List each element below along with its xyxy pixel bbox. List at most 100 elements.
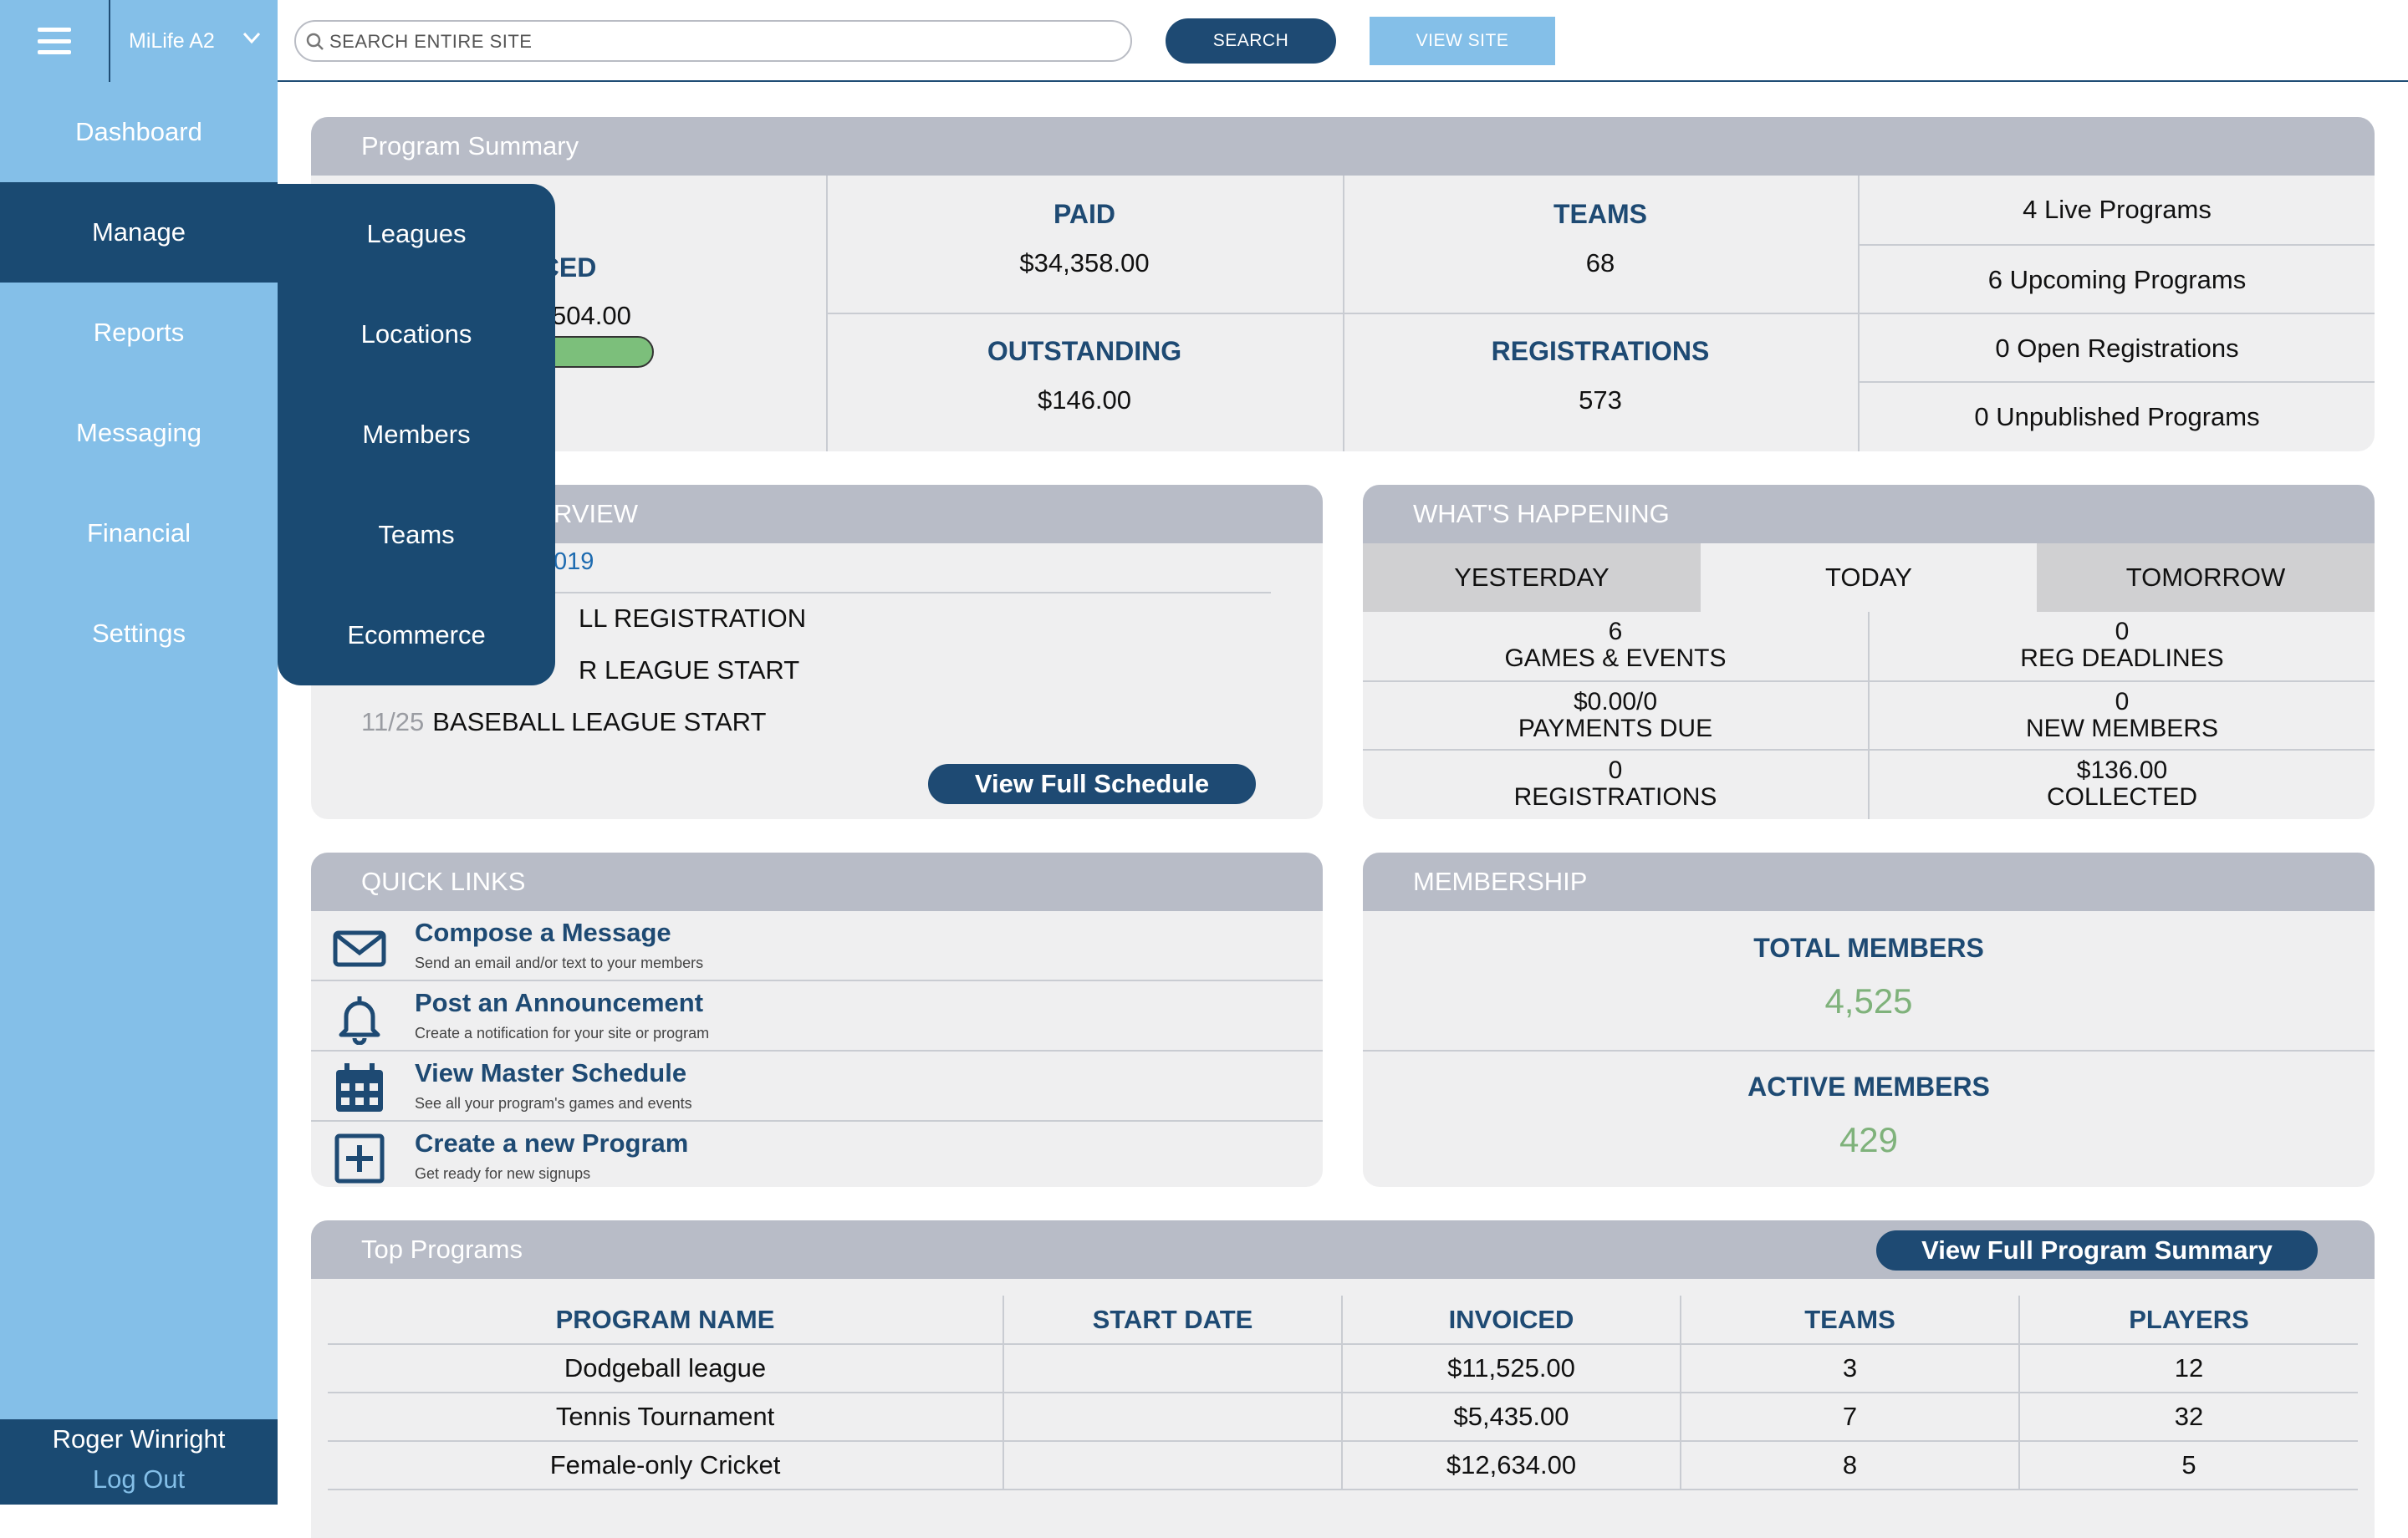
panel-title: QUICK LINKS: [311, 853, 1323, 911]
total-members-label: TOTAL MEMBERS: [1753, 933, 1984, 963]
tab-today[interactable]: TODAY: [1701, 543, 2037, 612]
active-members-label: ACTIVE MEMBERS: [1747, 1072, 1990, 1102]
site-switcher[interactable]: MiLife A2: [109, 0, 278, 82]
program-summary-panel: Program Summary OICED 504.00 PAID $34,35…: [311, 117, 2375, 451]
sidebar-item-settings[interactable]: Settings: [0, 583, 278, 684]
top-programs-table: PROGRAM NAME START DATE INVOICED TEAMS P…: [328, 1296, 2358, 1490]
schedule-item[interactable]: LL REGISTRATION: [579, 603, 806, 634]
membership-panel: MEMBERSHIP TOTAL MEMBERS 4,525 ACTIVE ME…: [1363, 853, 2375, 1187]
teams-cell: 8: [1681, 1441, 2020, 1490]
quick-link-title: View Master Schedule: [415, 1058, 687, 1087]
invoiced-cell: $5,435.00: [1342, 1393, 1681, 1442]
bell-icon: [339, 996, 380, 1045]
table-row[interactable]: Dodgeball league $11,525.00 3 12: [328, 1344, 2358, 1393]
tab-tomorrow[interactable]: TOMORROW: [2037, 543, 2375, 612]
menu-toggle-button[interactable]: [0, 0, 109, 82]
schedule-item[interactable]: 11/25 BASEBALL LEAGUE START: [361, 707, 766, 737]
paid-label: PAID: [1053, 199, 1116, 229]
start-date-cell: [1003, 1393, 1343, 1442]
submenu-item-leagues[interactable]: Leagues: [278, 184, 555, 284]
tab-yesterday[interactable]: YESTERDAY: [1363, 543, 1701, 612]
quick-link-create-program[interactable]: Create a new Program Get ready for new s…: [311, 1122, 1323, 1187]
outstanding-value: $146.00: [1037, 385, 1132, 415]
registrations-label: REGISTRATIONS: [1491, 336, 1710, 366]
players-cell: 32: [2019, 1393, 2358, 1442]
column-header[interactable]: PROGRAM NAME: [328, 1296, 1004, 1345]
quick-link-subtitle: Get ready for new signups: [415, 1165, 591, 1182]
chevron-down-icon: [242, 32, 261, 44]
payments-due-stat: $0.00/0 PAYMENTS DUE: [1363, 689, 1868, 742]
outstanding-stat: OUTSTANDING $146.00: [826, 336, 1343, 415]
submenu-item-locations[interactable]: Locations: [278, 284, 555, 384]
envelope-icon: [333, 930, 386, 967]
submenu-item-members[interactable]: Members: [278, 384, 555, 485]
outstanding-label: OUTSTANDING: [987, 336, 1182, 366]
schedule-item-text: LL REGISTRATION: [579, 603, 807, 633]
calendar-icon: [336, 1063, 383, 1112]
players-cell: 12: [2019, 1344, 2358, 1393]
column-header[interactable]: PLAYERS: [2019, 1296, 2358, 1345]
table-row[interactable]: Female-only Cricket $12,634.00 8 5: [328, 1441, 2358, 1490]
search-button[interactable]: SEARCH: [1166, 18, 1336, 64]
panel-title: WHAT'S HAPPENING: [1363, 485, 2375, 543]
registrations-stat: REGISTRATIONS 573: [1343, 336, 1858, 415]
submenu-item-ecommerce[interactable]: Ecommerce: [278, 585, 555, 685]
sidebar-item-dashboard[interactable]: Dashboard: [0, 82, 278, 182]
new-members-stat: 0 NEW MEMBERS: [1870, 689, 2375, 742]
view-full-schedule-button[interactable]: View Full Schedule: [928, 764, 1256, 804]
registrations-value: 573: [1579, 385, 1622, 415]
upcoming-programs: 6 Upcoming Programs: [1987, 265, 2247, 294]
stat-label: REG DEADLINES: [2020, 644, 2224, 672]
quick-link-post-announcement[interactable]: Post an Announcement Create a notificati…: [311, 981, 1323, 1051]
sidebar-item-reports[interactable]: Reports: [0, 283, 278, 383]
sidebar-item-manage[interactable]: Manage: [0, 182, 278, 283]
whats-happening-panel: WHAT'S HAPPENING YESTERDAY TODAY TOMORRO…: [1363, 485, 2375, 819]
program-name-cell: Dodgeball league: [328, 1344, 1004, 1393]
open-registrations: 0 Open Registrations: [1995, 334, 2239, 363]
start-date-cell: [1003, 1344, 1343, 1393]
schedule-item-text: R LEAGUE START: [579, 655, 800, 685]
sidebar: Dashboard Manage Reports Messaging Finan…: [0, 82, 278, 1505]
stat-value: $136.00: [2076, 756, 2168, 784]
top-programs-panel: Top Programs View Full Program Summary P…: [311, 1220, 2375, 1538]
hamburger-icon: [38, 28, 71, 54]
submenu-item-teams[interactable]: Teams: [278, 485, 555, 585]
quick-link-subtitle: Create a notification for your site or p…: [415, 1025, 710, 1041]
stat-label: COLLECTED: [2046, 783, 2198, 811]
quick-link-view-master-schedule[interactable]: View Master Schedule See all your progra…: [311, 1052, 1323, 1121]
stat-value: $0.00/0: [1573, 688, 1658, 716]
panel-title: MEMBERSHIP: [1363, 853, 2375, 911]
quick-link-title: Compose a Message: [415, 918, 671, 947]
sidebar-item-messaging[interactable]: Messaging: [0, 383, 278, 483]
stat-label: PAYMENTS DUE: [1518, 715, 1713, 742]
quick-link-title: Create a new Program: [415, 1128, 689, 1158]
column-header[interactable]: TEAMS: [1681, 1296, 2020, 1345]
invoiced-value: 504.00: [552, 301, 631, 330]
column-header[interactable]: INVOICED: [1342, 1296, 1681, 1345]
column-header[interactable]: START DATE: [1003, 1296, 1343, 1345]
quick-link-compose-message[interactable]: Compose a Message Send an email and/or t…: [311, 911, 1323, 980]
invoiced-cell: $12,634.00: [1342, 1441, 1681, 1490]
table-row[interactable]: Tennis Tournament $5,435.00 7 32: [328, 1393, 2358, 1442]
quick-link-subtitle: Send an email and/or text to your member…: [415, 955, 704, 971]
plus-square-icon: [334, 1133, 385, 1184]
logout-link[interactable]: Log Out: [0, 1464, 278, 1495]
view-site-button[interactable]: VIEW SITE: [1370, 17, 1555, 65]
registrations-today-stat: 0 REGISTRATIONS: [1363, 757, 1868, 811]
unpublished-programs: 0 Unpublished Programs: [1974, 402, 2260, 431]
collected-stat: $136.00 COLLECTED: [1870, 757, 2375, 811]
sidebar-item-financial[interactable]: Financial: [0, 483, 278, 583]
total-members-value: 4,525: [1824, 981, 1913, 1021]
quick-link-subtitle: See all your program's games and events: [415, 1095, 692, 1112]
search-icon: [306, 33, 324, 50]
site-name: MiLife A2: [129, 28, 215, 53]
stat-label: GAMES & EVENTS: [1504, 644, 1727, 672]
reg-deadlines-stat: 0 REG DEADLINES: [1870, 619, 2375, 672]
top-bar: MiLife A2 SEARCH VIEW SITE: [0, 0, 2408, 82]
search-input[interactable]: [329, 27, 1115, 57]
quick-links-panel: QUICK LINKS Compose a Message Send an em…: [311, 853, 1323, 1187]
view-full-program-summary-button[interactable]: View Full Program Summary: [1876, 1230, 2318, 1271]
active-members-value: 429: [1839, 1120, 1899, 1159]
stat-label: NEW MEMBERS: [2025, 715, 2218, 742]
schedule-item[interactable]: R LEAGUE START: [579, 655, 799, 685]
